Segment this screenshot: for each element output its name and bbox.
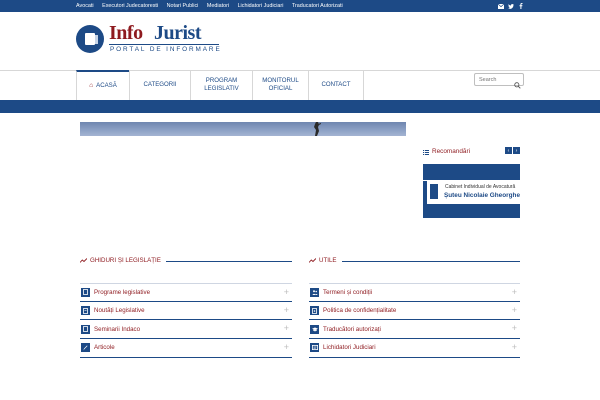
- list-item-label: Politica de confidențialitate: [323, 307, 397, 315]
- nav-program-label-1: PROGRAM: [205, 77, 238, 84]
- nav-monitorul-oficial[interactable]: MONITORUL OFICIAL: [252, 70, 308, 100]
- email-icon[interactable]: [496, 0, 506, 12]
- search-box: [474, 73, 524, 89]
- nav-contact-label: CONTACT: [321, 81, 351, 88]
- section-rule: [166, 261, 292, 262]
- nav-program-legislativ[interactable]: PROGRAM LEGISLATIV: [190, 70, 252, 100]
- top-link-traducatori[interactable]: Traducatori Autorizati: [292, 3, 343, 9]
- list-item[interactable]: Lichidatori Judiciari +: [309, 339, 520, 358]
- recommendations-title: Recomandări: [432, 147, 471, 155]
- trend-icon: [309, 258, 316, 263]
- nav-monitorul-label-1: MONITORUL: [262, 77, 299, 84]
- next-arrow-icon[interactable]: ›: [513, 147, 520, 154]
- users-icon: [310, 287, 319, 297]
- recommendations-header: Recomandări ‹ ›: [423, 146, 520, 156]
- list-item[interactable]: Seminarii Indaco +: [80, 320, 292, 340]
- list-ghiduri: Programe legislative + Noutăți Legislati…: [80, 283, 292, 358]
- expand-icon[interactable]: +: [512, 287, 517, 297]
- nav-acasa[interactable]: ⌂ ACASĂ: [76, 70, 129, 100]
- recommendation-banner-1[interactable]: [423, 164, 520, 180]
- main-nav: ⌂ ACASĂ CATEGORII PROGRAM LEGISLATIV MON…: [76, 70, 364, 100]
- expand-icon[interactable]: +: [284, 305, 289, 315]
- logo-divider: [109, 44, 219, 45]
- logo-subtitle: PORTAL DE INFORMARE: [110, 46, 222, 53]
- home-icon: ⌂: [89, 82, 94, 89]
- privacy-icon: [310, 306, 319, 316]
- trend-icon: [80, 258, 87, 263]
- expand-icon[interactable]: +: [512, 305, 517, 315]
- section-title-ghiduri: GHIDURI ȘI LEGISLAȚIE: [90, 257, 161, 264]
- news-icon: [81, 306, 90, 316]
- id-card-icon: [310, 343, 319, 353]
- list-item[interactable]: Traducători autorizați +: [309, 320, 520, 340]
- list-icon: [423, 142, 429, 160]
- expand-icon[interactable]: +: [512, 342, 517, 352]
- section-rule: [342, 261, 520, 262]
- top-link-lichidatori[interactable]: Lichidatori Judiciari: [238, 3, 284, 9]
- nav-monitorul-label-2: OFICIAL: [268, 85, 293, 92]
- list-item-label: Noutăți Legislative: [94, 307, 145, 315]
- nav-acasa-label: ACASĂ: [96, 82, 117, 89]
- document-icon: [81, 287, 90, 297]
- social-icons: [496, 0, 526, 12]
- expand-icon[interactable]: +: [512, 323, 517, 333]
- list-item-label: Programe legislative: [94, 288, 151, 296]
- hero-image[interactable]: [80, 122, 406, 136]
- logo-text-info: Info: [109, 22, 143, 44]
- facebook-icon[interactable]: [516, 0, 526, 12]
- section-header-ghiduri: GHIDURI ȘI LEGISLAȚIE: [80, 257, 292, 271]
- list-item-label: Termeni și condiții: [323, 288, 373, 296]
- list-utile: Termeni și condiții + Politica de confid…: [309, 283, 520, 358]
- top-link-executori[interactable]: Executori Judecatoresti: [102, 3, 158, 9]
- scales-icon: [430, 184, 438, 199]
- logo-text-jurist: Jurist: [154, 22, 202, 44]
- top-links: Avocati Executori Judecatoresti Notari P…: [76, 0, 351, 12]
- list-item[interactable]: Articole +: [80, 339, 292, 358]
- nav-categorii[interactable]: CATEGORII: [129, 70, 190, 100]
- list-item-label: Articole: [94, 344, 115, 352]
- top-link-notari[interactable]: Notari Publici: [167, 3, 199, 9]
- expand-icon[interactable]: +: [284, 342, 289, 352]
- expand-icon[interactable]: +: [284, 287, 289, 297]
- section-header-utile: UTILE: [309, 257, 520, 271]
- recommendation-card[interactable]: Cabinet Individual de Avocatură Șuteu Ni…: [427, 181, 520, 204]
- section-title-utile: UTILE: [319, 257, 337, 264]
- recommendation-card-line1: Cabinet Individual de Avocatură: [445, 184, 516, 190]
- expand-icon[interactable]: +: [284, 323, 289, 333]
- twitter-icon[interactable]: [506, 0, 516, 12]
- nav-program-label-2: LEGISLATIV: [204, 85, 239, 92]
- article-icon: [81, 343, 90, 353]
- top-link-avocati[interactable]: Avocati: [76, 3, 94, 9]
- list-item[interactable]: Programe legislative +: [80, 283, 292, 302]
- logo-emblem-icon: [76, 25, 104, 53]
- prev-arrow-icon[interactable]: ‹: [505, 147, 512, 154]
- list-item-label: Traducători autorizați: [323, 325, 381, 333]
- list-item[interactable]: Politica de confidențialitate +: [309, 302, 520, 321]
- list-item-label: Seminarii Indaco: [94, 325, 141, 333]
- top-link-mediatori[interactable]: Mediatori: [207, 3, 229, 9]
- list-item[interactable]: Noutăți Legislative +: [80, 302, 292, 321]
- site-logo[interactable]: Info Jurist PORTAL DE INFORMARE: [76, 22, 226, 60]
- nav-categorii-label: CATEGORII: [143, 81, 177, 88]
- nav-contact[interactable]: CONTACT: [308, 70, 364, 100]
- seminar-icon: [81, 324, 90, 334]
- search-input[interactable]: [479, 75, 515, 85]
- recommendation-card-line2: Șuteu Nicolaie Gheorghe: [444, 192, 520, 199]
- list-item[interactable]: Termeni și condiții +: [309, 283, 520, 302]
- blue-strip: [0, 100, 600, 113]
- statue-icon: [314, 122, 321, 136]
- graduation-cap-icon: [310, 324, 319, 334]
- search-icon[interactable]: [514, 76, 521, 94]
- list-item-label: Lichidatori Judiciari: [323, 344, 376, 352]
